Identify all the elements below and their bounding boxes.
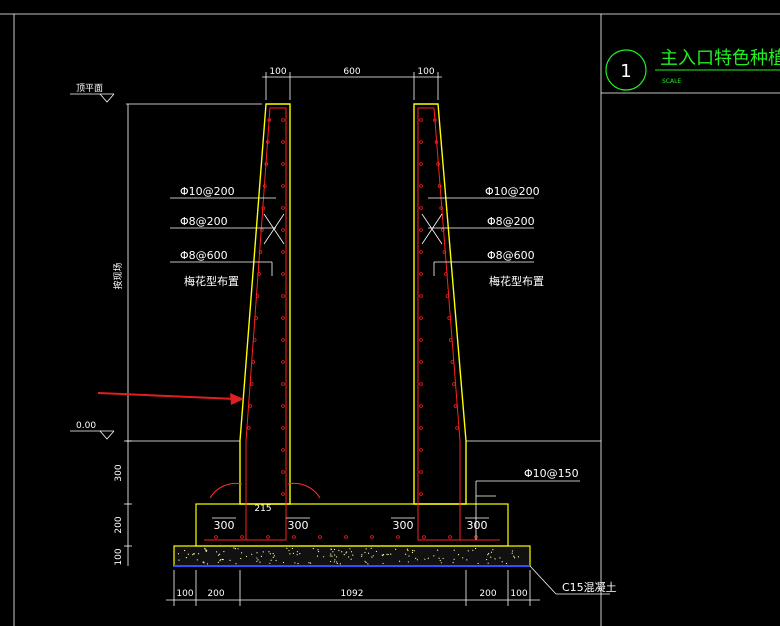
left-note-3: Φ8@600 [180, 249, 228, 262]
rebar-dot [419, 316, 423, 320]
right-note-1: Φ10@200 [485, 185, 540, 198]
right-note-2: Φ8@200 [487, 215, 535, 228]
rebar-dot [281, 140, 285, 144]
rebar-dot [281, 492, 285, 496]
right-note-3: Φ8@600 [487, 249, 535, 262]
rebar-dot [419, 492, 423, 496]
rebar-dot [281, 448, 285, 452]
rebar-dot [281, 118, 285, 122]
top-dimension-line: 100 600 100 [262, 67, 442, 100]
dim-bottom-200-left: 200 [207, 589, 224, 599]
rebar-dot [247, 426, 251, 430]
dim-footing-300-d: 300 [467, 519, 488, 532]
rebar-dot [281, 404, 285, 408]
left-note-4: 梅花型布置 [184, 274, 239, 288]
rebar-dot [419, 338, 423, 342]
rebar-dot [419, 426, 423, 430]
base-note: C15混凝土 [562, 580, 617, 594]
rebar-dot [281, 338, 285, 342]
rebar-dot [281, 316, 285, 320]
rebar-dot [453, 404, 458, 408]
detail-number: 1 [620, 61, 631, 82]
level-zero-mark: 0.00 [70, 421, 115, 440]
dim-100-vertical: 100 [114, 548, 124, 565]
rebar-dot [455, 426, 459, 430]
c15-base-slab [173, 545, 531, 567]
pointer-arrow [97, 392, 244, 405]
rebar-dot [419, 184, 423, 188]
rebar-dot [419, 448, 423, 452]
rebar-dot [422, 535, 426, 539]
level-top-label: 顶平面 [76, 83, 103, 94]
rebar-dot [419, 382, 423, 386]
dim-bottom-1092: 1092 [341, 589, 364, 599]
bottom-dimension-line: 100 200 1092 200 100 [166, 570, 540, 606]
rebar-dot [281, 206, 285, 210]
drawing-title: 主入口特色种植池 [660, 48, 780, 69]
rebar-dot [281, 426, 285, 430]
left-note-1: Φ10@200 [180, 185, 235, 198]
rebar-dot [419, 404, 423, 408]
rebar-dot [318, 535, 322, 539]
rebar-dot [419, 294, 423, 298]
dim-top-left-wall: 100 [269, 67, 286, 77]
rebar-dot [396, 535, 400, 539]
rebar-dot [281, 470, 285, 474]
right-note-4: 梅花型布置 [489, 274, 544, 288]
rebar-dot [419, 206, 423, 210]
dim-bottom-200-right: 200 [479, 589, 496, 599]
rebar-dot [452, 382, 456, 386]
rebar-dot [281, 294, 285, 298]
dim-bottom-100-right: 100 [510, 589, 527, 599]
rebar-dot [240, 535, 244, 539]
title-block: 1 主入口特色种植池 SCALE [605, 48, 780, 91]
dim-300-vertical: 300 [114, 464, 124, 481]
rebar-dot [292, 535, 296, 539]
rebar-dot [419, 228, 423, 232]
rebar-dot [281, 250, 285, 254]
rebar-dot [251, 360, 256, 364]
rebar-dot [344, 535, 348, 539]
rebar-dot [448, 535, 452, 539]
level-top-mark: 顶平面 [70, 83, 115, 103]
dim-200-vertical: 200 [114, 516, 124, 533]
rebar-dot [281, 184, 285, 188]
rebar-dot [419, 360, 423, 364]
rebar-dot [450, 360, 455, 364]
rebar-dot [370, 535, 374, 539]
rebar-dot [281, 228, 285, 232]
rebar-dot [419, 118, 423, 122]
rebar-dot [266, 535, 270, 539]
level-zero-label: 0.00 [76, 421, 96, 431]
dim-footing-300-a: 300 [214, 519, 235, 532]
base-note-leader: C15混凝土 [529, 565, 617, 595]
left-wall [204, 103, 321, 541]
rebar-dot [248, 404, 253, 408]
rebar-dot [419, 140, 423, 144]
footing-rebar-label: Φ10@150 [524, 467, 579, 480]
rebar-dot [419, 250, 423, 254]
rebar-dot [281, 360, 285, 364]
left-note-2: Φ8@200 [180, 215, 228, 228]
rebar-dot [419, 162, 423, 166]
rebar-dot [214, 535, 218, 539]
dim-inner: 215 [254, 504, 271, 514]
dim-footing-300-b: 300 [288, 519, 309, 532]
rebar-dot [281, 162, 285, 166]
rebar-dot [249, 382, 254, 386]
rebar-dot [281, 272, 285, 276]
dim-footing-300-c: 300 [393, 519, 414, 532]
dim-bottom-100-left: 100 [176, 589, 193, 599]
left-rebar-notes: Φ10@200 Φ8@200 Φ8@600 梅花型布置 [170, 185, 276, 288]
rebar-dot [281, 382, 285, 386]
height-label: 按现场 [112, 262, 124, 289]
section-drawing: 1 主入口特色种植池 SCALE 顶平面 0.00 按现场 300 200 10… [0, 13, 780, 626]
dim-top-right-wall: 100 [417, 67, 434, 77]
rebar-dot [419, 470, 423, 474]
rebar-dot [419, 272, 423, 276]
scale-label: SCALE [662, 78, 681, 85]
dim-top-gap: 600 [343, 67, 360, 77]
right-wall [413, 103, 500, 541]
